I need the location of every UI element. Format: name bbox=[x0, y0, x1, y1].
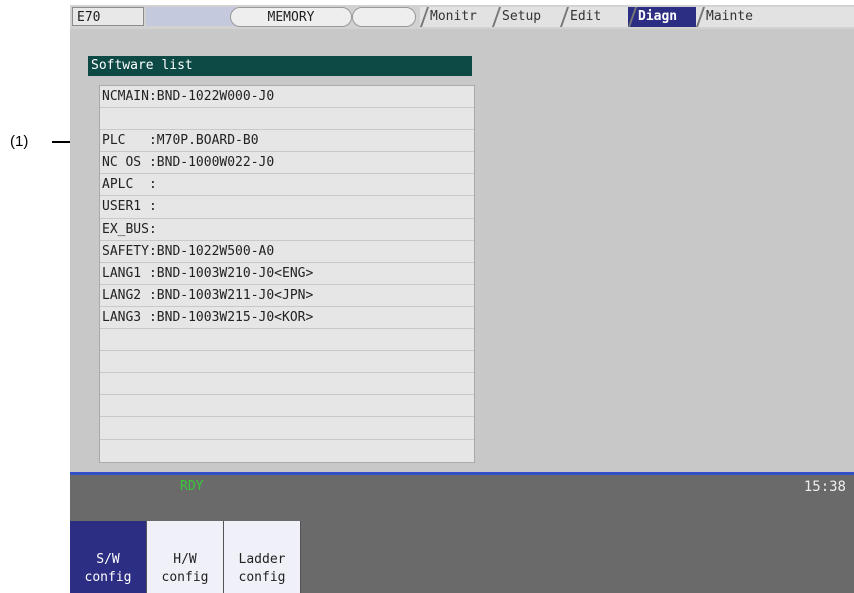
list-item[interactable] bbox=[100, 108, 474, 131]
mode-display-secondary bbox=[352, 7, 416, 27]
list-item[interactable] bbox=[100, 395, 474, 418]
mode-indicator-bar bbox=[146, 7, 236, 26]
list-item[interactable]: NC OS :BND-1000W022-J0 bbox=[100, 152, 474, 175]
menu-label-line2: config bbox=[84, 570, 132, 585]
menu-label-line2: config bbox=[161, 570, 209, 585]
menu-label-line1: S/W bbox=[96, 552, 120, 567]
list-item[interactable] bbox=[100, 329, 474, 352]
list-item[interactable] bbox=[100, 440, 474, 462]
tab-diagn[interactable]: Diagn bbox=[628, 7, 696, 27]
list-item[interactable]: SAFETY:BND-1022W500-A0 bbox=[100, 241, 474, 263]
system-name: E70 bbox=[72, 7, 144, 26]
status-area: RDY 15:38 S/W config H/W config Ladder c… bbox=[70, 475, 854, 593]
cnc-screen: E70 MEMORY Monitr Setup Edit Diagn Maint… bbox=[70, 5, 854, 593]
callout-label: (1) bbox=[10, 133, 29, 150]
menu-hw-config[interactable]: H/W config bbox=[147, 521, 224, 593]
ready-status: RDY bbox=[180, 479, 204, 494]
mode-display: MEMORY bbox=[230, 7, 352, 27]
list-item[interactable] bbox=[100, 417, 474, 440]
list-item[interactable]: EX_BUS: bbox=[100, 219, 474, 241]
list-item[interactable]: APLC : bbox=[100, 174, 474, 197]
menu-label-line1: H/W bbox=[173, 552, 197, 567]
list-item[interactable]: NCMAIN:BND-1022W000-J0 bbox=[100, 86, 474, 109]
list-item[interactable]: LANG1 :BND-1003W210-J0<ENG> bbox=[100, 263, 474, 285]
tab-setup[interactable]: Setup bbox=[492, 7, 560, 27]
menu-sw-config[interactable]: S/W config bbox=[70, 521, 147, 593]
list-item[interactable]: USER1 : bbox=[100, 196, 474, 219]
menu-label-line2: config bbox=[238, 570, 286, 585]
list-item[interactable]: LANG2 :BND-1003W211-J0<JPN> bbox=[100, 285, 474, 307]
tab-edit[interactable]: Edit bbox=[560, 7, 628, 27]
clock: 15:38 bbox=[803, 479, 846, 495]
list-item[interactable]: LANG3 :BND-1003W215-J0<KOR> bbox=[100, 307, 474, 330]
top-bar: E70 MEMORY Monitr Setup Edit Diagn Maint… bbox=[70, 5, 854, 29]
list-item[interactable]: PLC :M70P.BOARD-B0 bbox=[100, 130, 474, 153]
panel-title: Software list bbox=[88, 56, 472, 76]
list-item[interactable] bbox=[100, 351, 474, 374]
tab-monitr[interactable]: Monitr bbox=[420, 7, 492, 27]
menu-ladder-config[interactable]: Ladder config bbox=[224, 521, 301, 593]
software-list: NCMAIN:BND-1022W000-J0 PLC :M70P.BOARD-B0… bbox=[99, 85, 475, 463]
list-item[interactable] bbox=[100, 373, 474, 396]
menu-label-line1: Ladder bbox=[238, 552, 286, 567]
tab-mainte[interactable]: Mainte bbox=[696, 7, 854, 27]
